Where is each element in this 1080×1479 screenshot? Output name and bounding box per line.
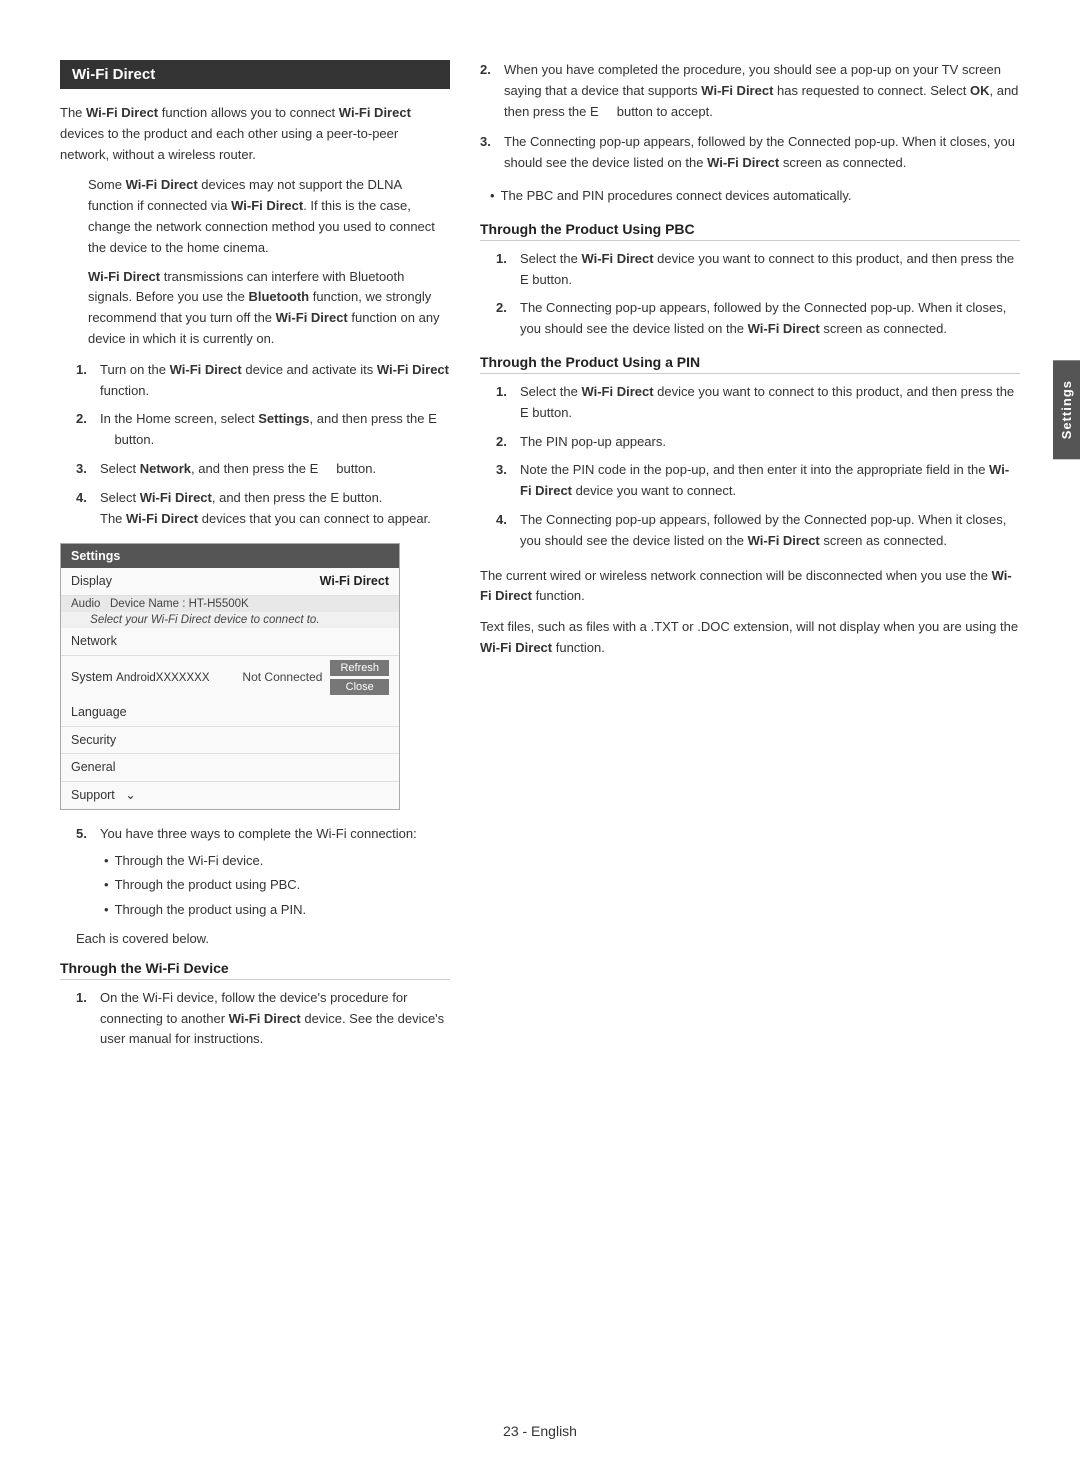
pbc-step-1: 1. Select the Wi-Fi Direct device you wa… <box>496 249 1020 291</box>
right-column: 2. When you have completed the procedure… <box>480 60 1020 1058</box>
indented-p1: Some Wi-Fi Direct devices may not suppor… <box>88 175 450 258</box>
page-container: Settings Wi-Fi Direct The Wi-Fi Direct f… <box>0 0 1080 1479</box>
settings-row-general: General <box>61 754 399 782</box>
bullet-pbc: • Through the product using PBC. <box>104 875 450 896</box>
each-covered: Each is covered below. <box>76 929 450 950</box>
right-step-3: 3. The Connecting pop-up appears, follow… <box>480 132 1020 174</box>
indented-p2: Wi-Fi Direct transmissions can interfere… <box>88 267 450 350</box>
page-number: 23 - English <box>503 1423 577 1439</box>
step-5: 5. You have three ways to complete the W… <box>76 824 450 845</box>
left-column: Wi-Fi Direct The Wi-Fi Direct function a… <box>60 60 450 1058</box>
pin-step-3: 3. Note the PIN code in the pop-up, and … <box>496 460 1020 502</box>
main-content: Wi-Fi Direct The Wi-Fi Direct function a… <box>60 60 1020 1058</box>
settings-buttons: Refresh Close <box>330 660 389 695</box>
settings-box-header: Settings <box>61 544 399 568</box>
settings-ui-box: Settings Display Wi-Fi Direct Audio Devi… <box>60 543 400 810</box>
intro-paragraph: The Wi-Fi Direct function allows you to … <box>60 103 450 165</box>
settings-row-audio-device: Audio Device Name : HT-H5500K <box>61 596 399 612</box>
side-tab: Settings <box>1053 360 1080 459</box>
through-pin-steps: 1. Select the Wi-Fi Direct device you wa… <box>496 382 1020 552</box>
through-pbc-title: Through the Product Using PBC <box>480 221 1020 241</box>
refresh-button[interactable]: Refresh <box>330 660 389 676</box>
bullet-pin: • Through the product using a PIN. <box>104 900 450 921</box>
steps-1-4: 1. Turn on the Wi-Fi Direct device and a… <box>76 360 450 530</box>
section-title: Wi-Fi Direct <box>60 60 450 89</box>
through-wifi-title: Through the Wi-Fi Device <box>60 960 450 980</box>
note-wired: The current wired or wireless network co… <box>480 566 1020 608</box>
pin-step-1: 1. Select the Wi-Fi Direct device you wa… <box>496 382 1020 424</box>
pbc-step-2: 2. The Connecting pop-up appears, follow… <box>496 298 1020 340</box>
pin-step-4: 4. The Connecting pop-up appears, follow… <box>496 510 1020 552</box>
settings-row-network: Network <box>61 628 399 656</box>
pin-step-2: 2. The PIN pop-up appears. <box>496 432 1020 453</box>
pbc-bullet-note: • The PBC and PIN procedures connect dev… <box>490 186 1020 207</box>
through-pbc-steps: 1. Select the Wi-Fi Direct device you wa… <box>496 249 1020 340</box>
step-4: 4. Select Wi-Fi Direct, and then press t… <box>76 488 450 530</box>
close-button[interactable]: Close <box>330 679 389 695</box>
page-footer: 23 - English <box>0 1423 1080 1439</box>
step-3: 3. Select Network, and then press the E … <box>76 459 450 480</box>
step-2: 2. In the Home screen, select Settings, … <box>76 409 450 451</box>
settings-row-display: Display Wi-Fi Direct <box>61 568 399 596</box>
settings-row-security: Security <box>61 727 399 755</box>
indented-section: Some Wi-Fi Direct devices may not suppor… <box>88 175 450 349</box>
settings-row-support: Support ⌄ <box>61 782 399 809</box>
settings-row-select-prompt: Select your Wi-Fi Direct device to conne… <box>61 612 399 628</box>
step-5-bullets: • Through the Wi-Fi device. • Through th… <box>104 851 450 921</box>
bullet-wifi-device: • Through the Wi-Fi device. <box>104 851 450 872</box>
right-step-2: 2. When you have completed the procedure… <box>480 60 1020 122</box>
step-1: 1. Turn on the Wi-Fi Direct device and a… <box>76 360 450 402</box>
note-text-files: Text files, such as files with a .TXT or… <box>480 617 1020 659</box>
through-wifi-step-1: 1. On the Wi-Fi device, follow the devic… <box>76 988 450 1050</box>
through-pin-title: Through the Product Using a PIN <box>480 354 1020 374</box>
settings-row-android: System AndroidXXXXXXX Not Connected Refr… <box>61 656 399 699</box>
through-wifi-steps: 1. On the Wi-Fi device, follow the devic… <box>76 988 450 1050</box>
settings-row-language: Language <box>61 699 399 727</box>
